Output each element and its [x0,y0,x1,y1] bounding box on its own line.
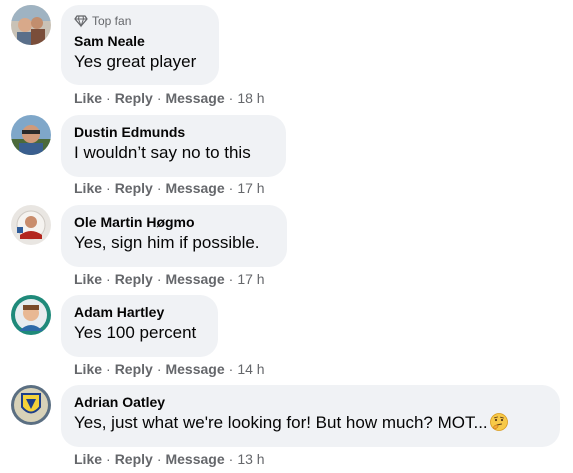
timestamp[interactable]: 14 h [237,361,264,377]
separator: · [228,361,234,377]
separator: · [156,361,162,377]
separator: · [156,451,162,467]
like-button[interactable]: Like [74,271,102,287]
comment-text: Yes, just what we're looking for! But ho… [74,411,547,434]
like-button[interactable]: Like [74,451,102,467]
top-fan-badge: Top fan [74,13,206,29]
separator: · [106,361,111,377]
separator: · [156,271,162,287]
message-button[interactable]: Message [165,90,224,106]
diamond-icon [74,14,88,28]
timestamp[interactable]: 18 h [237,90,264,106]
comment-text: Yes, sign him if possible. [74,233,260,252]
comment-text: I wouldn’t say no to this [74,143,251,162]
comment-bubble: Ole Martin Høgmo Yes, sign him if possib… [61,205,287,267]
separator: · [228,271,234,287]
comment-bubble: Top fan Sam Neale Yes great player [61,5,219,85]
thinking-face-icon [489,412,509,432]
reply-button[interactable]: Reply [115,451,153,467]
commenter-name[interactable]: Adrian Oatley [74,393,547,411]
message-button[interactable]: Message [165,271,224,287]
avatar[interactable] [11,385,51,425]
message-button[interactable]: Message [165,451,224,467]
timestamp[interactable]: 17 h [237,180,264,196]
reply-button[interactable]: Reply [115,180,153,196]
comment-bubble: Dustin Edmunds I wouldn’t say no to this [61,115,286,177]
like-button[interactable]: Like [74,361,102,377]
commenter-name[interactable]: Dustin Edmunds [74,123,273,141]
separator: · [106,90,111,106]
avatar[interactable] [11,115,51,155]
separator: · [228,90,234,106]
separator: · [228,180,234,196]
reply-button[interactable]: Reply [115,271,153,287]
separator: · [106,180,111,196]
separator: · [106,271,111,287]
timestamp[interactable]: 13 h [237,451,264,467]
avatar[interactable] [11,295,51,335]
reply-button[interactable]: Reply [115,361,153,377]
commenter-name[interactable]: Adam Hartley [74,303,205,321]
avatar[interactable] [11,205,51,245]
comment-text: Yes 100 percent [74,323,197,342]
comment-actions: Like · Reply · Message · 17 h [74,179,265,197]
commenter-name[interactable]: Sam Neale [74,32,206,50]
separator: · [156,180,162,196]
separator: · [156,90,162,106]
commenter-name[interactable]: Ole Martin Høgmo [74,213,274,231]
comment-actions: Like · Reply · Message · 18 h [74,89,265,107]
comment-bubble: Adam Hartley Yes 100 percent [61,295,218,357]
like-button[interactable]: Like [74,90,102,106]
avatar[interactable] [11,5,51,45]
comment-bubble: Adrian Oatley Yes, just what we're looki… [61,385,560,447]
comment-text: Yes great player [74,52,197,71]
timestamp[interactable]: 17 h [237,271,264,287]
message-button[interactable]: Message [165,180,224,196]
separator: · [228,451,234,467]
comment-actions: Like · Reply · Message · 17 h [74,270,265,288]
badge-label: Top fan [92,14,132,28]
separator: · [106,451,111,467]
like-button[interactable]: Like [74,180,102,196]
comment-actions: Like · Reply · Message · 14 h [74,360,265,378]
reply-button[interactable]: Reply [115,90,153,106]
comment-actions: Like · Reply · Message · 13 h [74,450,265,468]
comment-text-body: Yes, just what we're looking for! But ho… [74,413,488,432]
message-button[interactable]: Message [165,361,224,377]
